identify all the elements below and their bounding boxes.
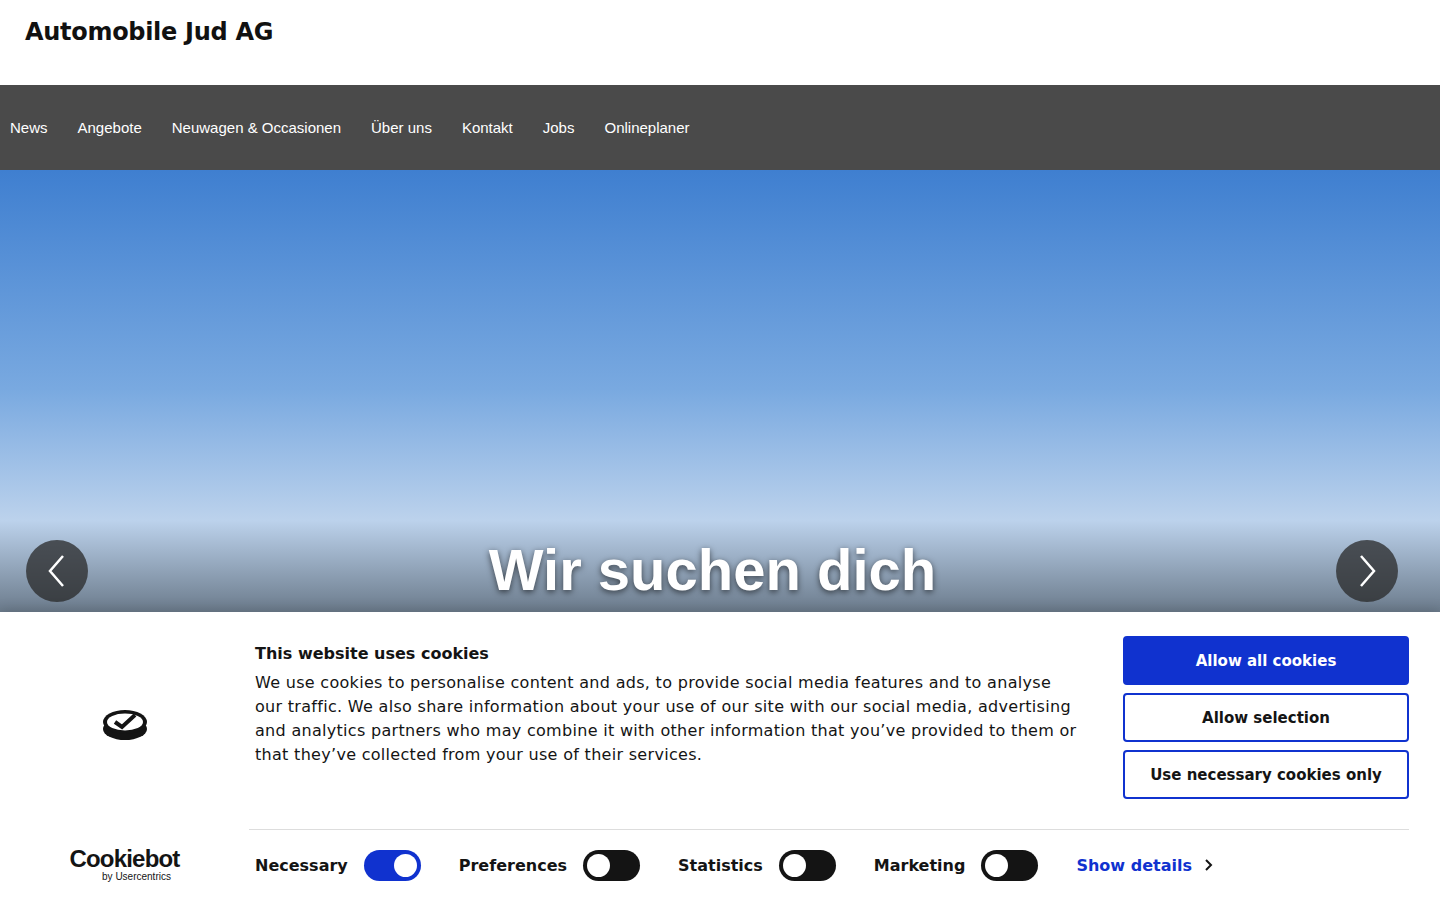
toggle-switch[interactable] <box>981 850 1038 881</box>
chevron-left-icon <box>45 553 69 589</box>
consent-toggle[interactable]: Necessary <box>255 850 421 881</box>
prev-slide-button[interactable] <box>26 540 88 602</box>
nav-item[interactable]: Onlineplaner <box>604 119 689 136</box>
page: Automobile Jud AG News Angebote Neuwagen & … <box>0 0 1440 900</box>
hero-caption: Wir suchen dich <box>0 536 1425 603</box>
next-slide-button[interactable] <box>1336 540 1398 602</box>
cookie-banner: This website uses cookies We use cookies … <box>0 612 1440 900</box>
consent-toggle[interactable]: Preferences <box>459 850 640 881</box>
chevron-right-icon <box>1355 553 1379 589</box>
nav-item[interactable]: News <box>10 119 48 136</box>
nav-item[interactable]: Angebote <box>78 119 142 136</box>
cookie-text: We use cookies to personalise content an… <box>255 671 1083 767</box>
cookie-button[interactable]: Use necessary cookies only <box>1123 750 1409 799</box>
site-header: Automobile Jud AG <box>0 0 1440 85</box>
consent-toggle[interactable]: Statistics <box>678 850 836 881</box>
cookie-button[interactable]: Allow selection <box>1123 693 1409 742</box>
consent-toggle[interactable]: Marketing <box>874 850 1039 881</box>
nav-item[interactable]: Jobs <box>543 119 575 136</box>
cookiebot-logo[interactable]: Cookiebotby Usercentrics <box>0 829 249 900</box>
nav-item[interactable]: Kontakt <box>462 119 513 136</box>
nav-item[interactable]: Neuwagen & Occasionen <box>172 119 341 136</box>
main-nav: News Angebote Neuwagen & Occasionen Über un… <box>0 85 1440 170</box>
show-details-link[interactable]: Show details <box>1076 856 1214 875</box>
chevron-right-icon <box>1204 858 1214 872</box>
toggle-switch[interactable] <box>583 850 640 881</box>
toggle-switch[interactable] <box>779 850 836 881</box>
cookiebot-icon <box>101 707 149 743</box>
cookie-button[interactable]: Allow all cookies <box>1123 636 1409 685</box>
site-logo[interactable]: Automobile Jud AG <box>25 18 273 46</box>
cookie-title: This website uses cookies <box>255 644 1083 663</box>
nav-item[interactable]: Über uns <box>371 119 432 136</box>
toggle-switch[interactable] <box>364 850 421 881</box>
